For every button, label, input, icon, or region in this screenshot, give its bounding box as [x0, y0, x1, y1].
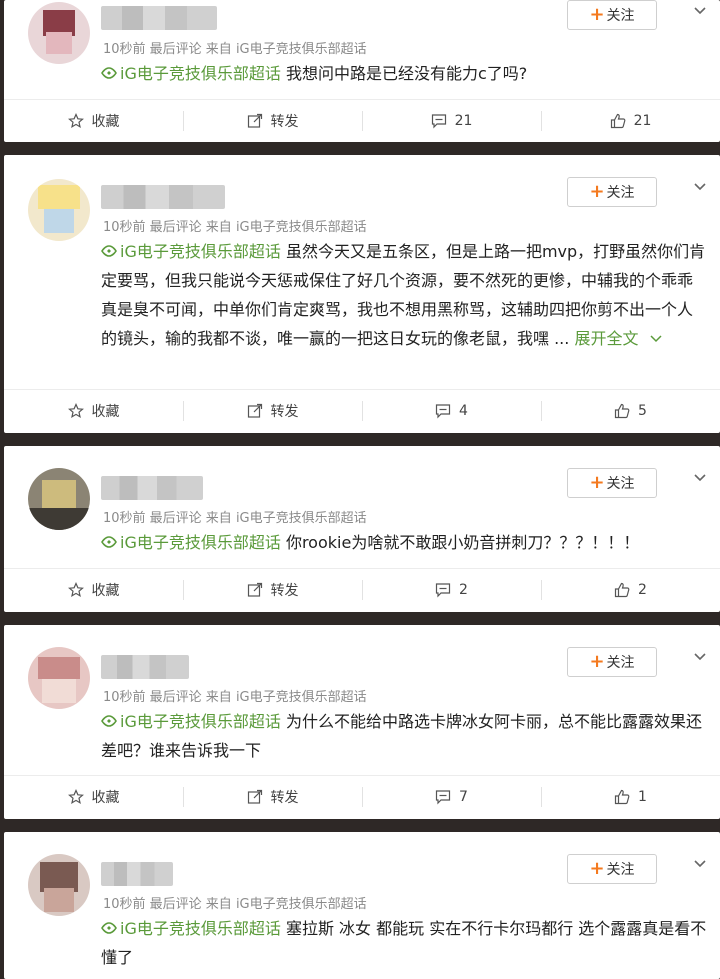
follow-label: 关注 — [606, 476, 635, 492]
favorite-button[interactable]: 收藏 — [4, 776, 183, 817]
post-meta: 10秒前 最后评论 来自 iG电子竞技俱乐部超话 — [103, 690, 367, 705]
post-text: 你rookie为啥就不敢跟小奶音拼刺刀？？？！！！ — [285, 533, 640, 552]
follow-button[interactable]: + 关注 — [567, 854, 657, 884]
follow-label: 关注 — [606, 862, 635, 878]
comment-icon — [435, 582, 451, 597]
like-button[interactable]: 2 — [541, 569, 720, 610]
post-meta: 10秒前 最后评论 来自 iG电子竞技俱乐部超话 — [103, 897, 367, 912]
follow-button[interactable]: + 关注 — [567, 647, 657, 677]
supertopic-icon — [101, 67, 117, 79]
post-card: 10秒前 最后评论 来自 iG电子竞技俱乐部超话 + 关注 iG电子竞技俱乐部超… — [4, 625, 720, 819]
post-card: 10秒前 最后评论 来自 iG电子竞技俱乐部超话 + 关注 iG电子竞技俱乐部超… — [4, 832, 720, 979]
comment-button[interactable]: 4 — [362, 390, 541, 431]
comment-icon — [435, 403, 451, 418]
plus-icon: + — [589, 651, 605, 672]
supertopic-link[interactable]: iG电子竞技俱乐部超话 — [120, 64, 281, 83]
post-card: 10秒前 最后评论 来自 iG电子竞技俱乐部超话 + 关注 iG电子竞技俱乐部超… — [4, 155, 720, 433]
follow-label: 关注 — [606, 185, 635, 201]
follow-button[interactable]: + 关注 — [567, 177, 657, 207]
post-meta: 10秒前 最后评论 来自 iG电子竞技俱乐部超话 — [103, 42, 367, 57]
plus-icon: + — [589, 181, 605, 202]
like-icon — [614, 582, 630, 597]
avatar[interactable] — [28, 179, 90, 241]
like-button[interactable]: 5 — [541, 390, 720, 431]
post-content: iG电子竞技俱乐部超话 你rookie为啥就不敢跟小奶音拼刺刀？？？！！！ — [101, 528, 707, 557]
action-bar: 收藏 转发 7 1 — [4, 775, 720, 817]
follow-button[interactable]: + 关注 — [567, 0, 657, 30]
comment-button[interactable]: 2 — [362, 569, 541, 610]
chevron-down-icon — [650, 335, 662, 343]
repost-icon — [247, 403, 262, 418]
star-icon — [67, 402, 84, 418]
chevron-down-icon[interactable] — [693, 180, 707, 194]
star-icon — [67, 788, 84, 804]
chevron-down-icon[interactable] — [693, 650, 707, 664]
supertopic-icon — [101, 715, 117, 727]
username-blurred[interactable] — [101, 655, 189, 679]
star-icon — [67, 112, 84, 128]
repost-button[interactable]: 转发 — [183, 569, 362, 610]
post-content: iG电子竞技俱乐部超话 虽然今天又是五条区，但是上路一把mvp，打野虽然你们肯定… — [101, 237, 707, 353]
repost-button[interactable]: 转发 — [183, 776, 362, 817]
supertopic-icon — [101, 536, 117, 548]
plus-icon: + — [589, 858, 605, 879]
plus-icon: + — [589, 472, 605, 493]
username-blurred[interactable] — [101, 6, 217, 30]
post-text: 我想问中路是已经没有能力c了吗? — [285, 64, 528, 83]
post-meta: 10秒前 最后评论 来自 iG电子竞技俱乐部超话 — [103, 220, 367, 235]
favorite-button[interactable]: 收藏 — [4, 100, 183, 141]
post-card: 10秒前 最后评论 来自 iG电子竞技俱乐部超话 + 关注 iG电子竞技俱乐部超… — [4, 0, 720, 142]
chevron-down-icon[interactable] — [693, 4, 707, 18]
like-icon — [610, 113, 625, 128]
post-meta: 10秒前 最后评论 来自 iG电子竞技俱乐部超话 — [103, 511, 367, 526]
post-content: iG电子竞技俱乐部超话 为什么不能给中路选卡牌冰女阿卡丽，总不能比露露效果还差吧… — [101, 707, 707, 765]
like-icon — [614, 789, 630, 804]
action-bar: 收藏 转发 4 5 — [4, 389, 720, 431]
post-card: 10秒前 最后评论 来自 iG电子竞技俱乐部超话 + 关注 iG电子竞技俱乐部超… — [4, 446, 720, 612]
expand-full-text-link[interactable]: 展开全文 — [574, 329, 662, 348]
like-button[interactable]: 1 — [541, 776, 720, 817]
comment-icon — [435, 789, 451, 804]
repost-icon — [247, 113, 262, 128]
comment-button[interactable]: 7 — [362, 776, 541, 817]
avatar[interactable] — [28, 854, 90, 916]
supertopic-icon — [101, 922, 117, 934]
action-bar: 收藏 转发 2 2 — [4, 568, 720, 610]
username-blurred[interactable] — [101, 862, 173, 886]
favorite-button[interactable]: 收藏 — [4, 569, 183, 610]
like-icon — [614, 403, 630, 418]
supertopic-icon — [101, 245, 117, 257]
star-icon — [67, 581, 84, 597]
plus-icon: + — [589, 4, 605, 25]
follow-label: 关注 — [606, 8, 635, 24]
username-blurred[interactable] — [101, 476, 203, 500]
follow-label: 关注 — [606, 655, 635, 671]
avatar[interactable] — [28, 2, 90, 64]
chevron-down-icon[interactable] — [693, 857, 707, 871]
avatar[interactable] — [28, 468, 90, 530]
comment-button[interactable]: 21 — [362, 100, 541, 141]
repost-icon — [247, 582, 262, 597]
action-bar: 收藏 转发 21 21 — [4, 99, 720, 141]
comment-icon — [431, 113, 446, 128]
supertopic-link[interactable]: iG电子竞技俱乐部超话 — [120, 919, 281, 938]
chevron-down-icon[interactable] — [693, 471, 707, 485]
supertopic-link[interactable]: iG电子竞技俱乐部超话 — [120, 533, 281, 552]
favorite-button[interactable]: 收藏 — [4, 390, 183, 431]
username-blurred[interactable] — [101, 185, 225, 209]
repost-button[interactable]: 转发 — [183, 100, 362, 141]
post-content: iG电子竞技俱乐部超话 塞拉斯 冰女 都能玩 实在不行卡尔玛都行 选个露露真是看… — [101, 914, 707, 972]
avatar[interactable] — [28, 647, 90, 709]
supertopic-link[interactable]: iG电子竞技俱乐部超话 — [120, 712, 281, 731]
repost-icon — [247, 789, 262, 804]
repost-button[interactable]: 转发 — [183, 390, 362, 431]
follow-button[interactable]: + 关注 — [567, 468, 657, 498]
like-button[interactable]: 21 — [541, 100, 720, 141]
post-content: iG电子竞技俱乐部超话 我想问中路是已经没有能力c了吗? — [101, 59, 707, 88]
supertopic-link[interactable]: iG电子竞技俱乐部超话 — [120, 242, 281, 261]
